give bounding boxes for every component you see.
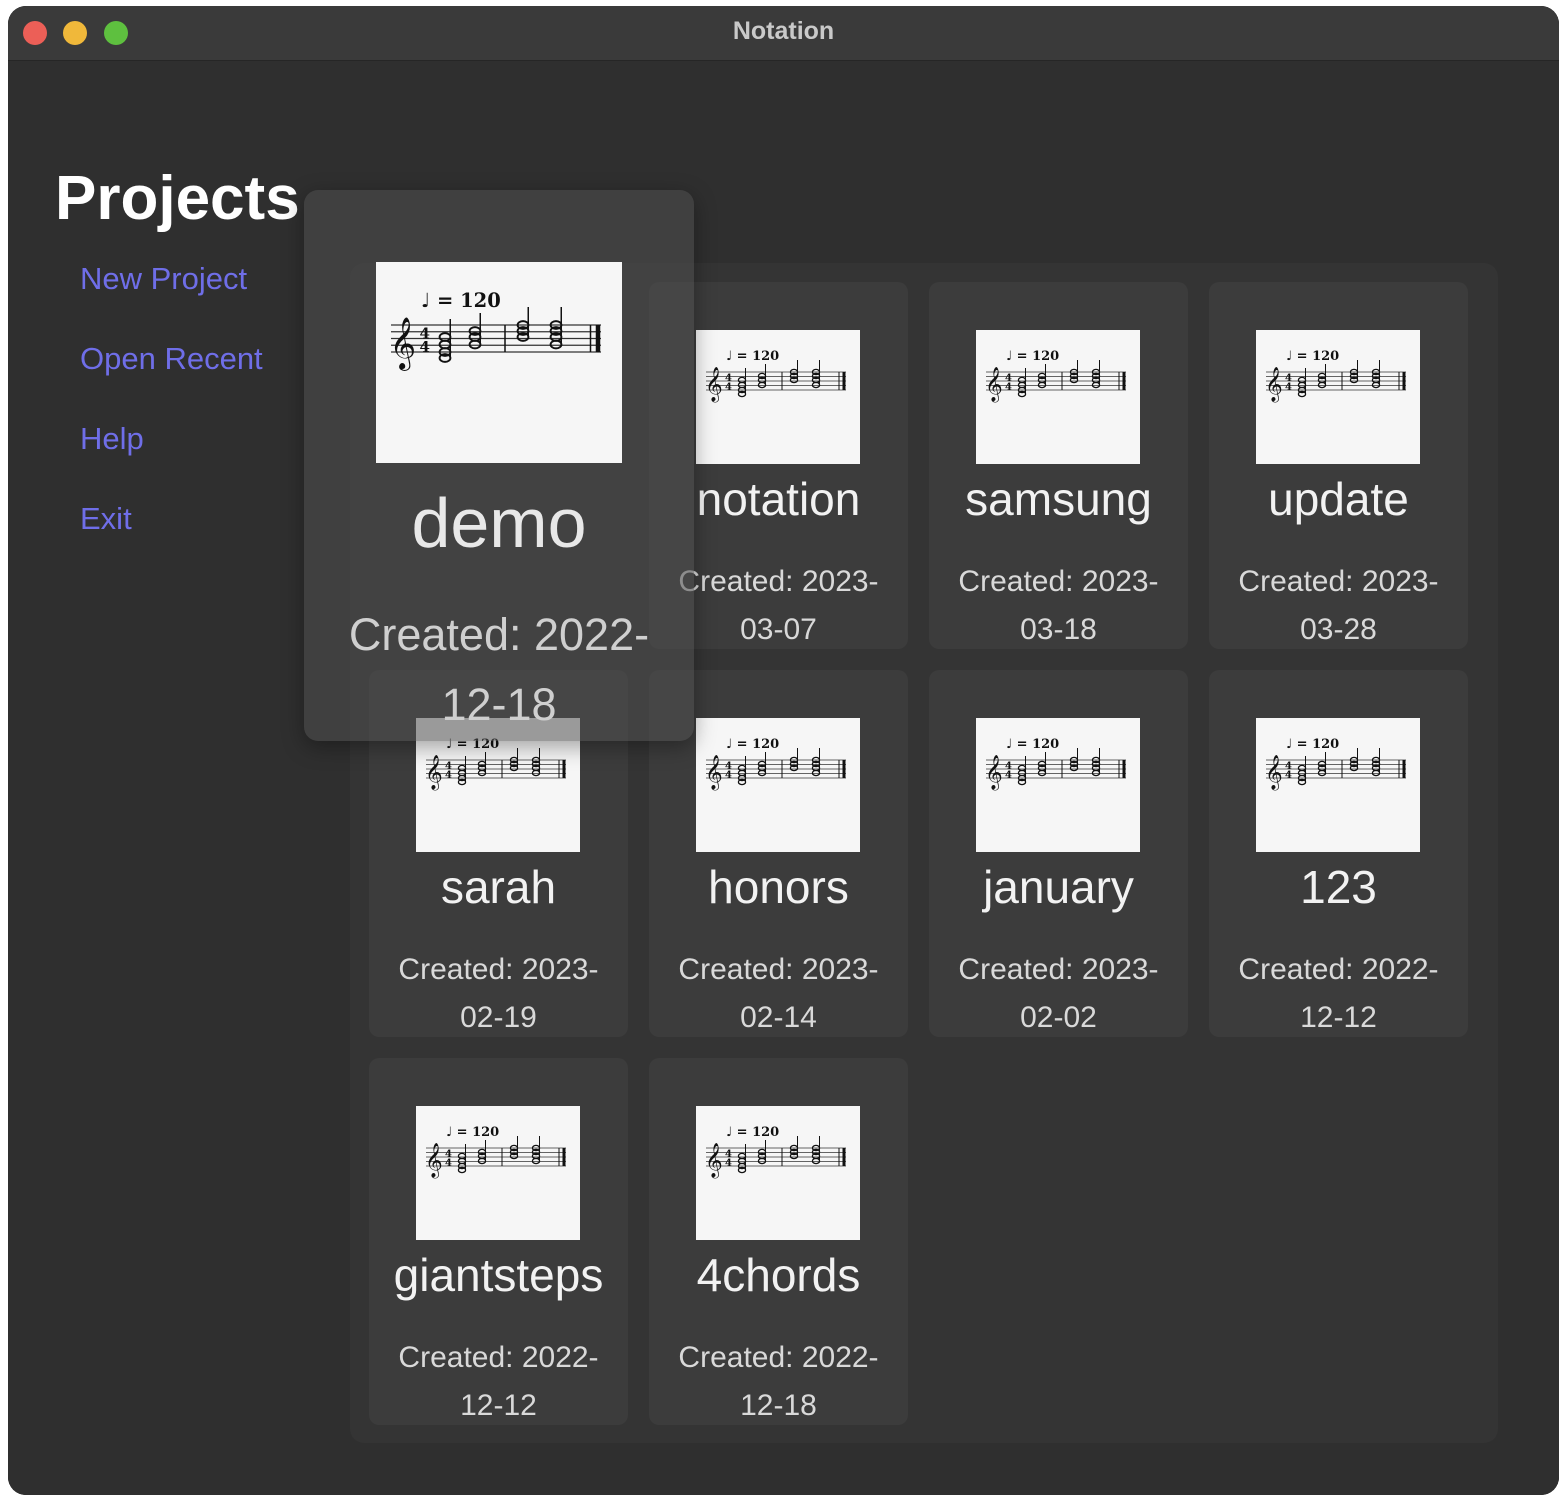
main-content: Projects New Project Open Recent Help Ex… xyxy=(8,61,1559,1495)
score-thumbnail: ♩ = 120 𝄞 4 4 xyxy=(376,262,622,463)
project-created-date: Created: 2022- 12-18 xyxy=(678,1341,879,1422)
score-graphic: ♩ = 120𝄞 44 xyxy=(390,289,601,371)
score-thumbnail: ♩ = 120 𝄞 4 4 xyxy=(416,1106,580,1240)
project-name: sarah xyxy=(440,861,557,913)
tempo-marking: ♩ = 120 xyxy=(446,1125,499,1140)
svg-text:4: 4 xyxy=(725,1158,732,1169)
svg-text:𝄞: 𝄞 xyxy=(1265,367,1283,403)
project-created-date: Created: 2023- 03-28 xyxy=(1238,565,1439,646)
tempo-marking: ♩ = 120 xyxy=(726,737,779,752)
svg-text:4: 4 xyxy=(725,382,732,393)
svg-text:𝄞: 𝄞 xyxy=(985,755,1003,791)
title-bar[interactable]: Notation xyxy=(8,6,1559,61)
project-name: giantsteps xyxy=(393,1249,604,1301)
score-graphic: ♩ = 120𝄞 44 xyxy=(985,737,1126,791)
project-card-giantsteps[interactable]: ♩ = 120 𝄞 4 4 giantsteps Created: 2022- 12-1… xyxy=(369,1058,628,1425)
score-thumbnail: ♩ = 120 𝄞 4 4 xyxy=(696,1106,860,1240)
project-created-date: Created: 2023- 03-07 xyxy=(678,565,879,646)
project-created-date: Created: 2022- 12-12 xyxy=(1238,953,1439,1034)
svg-text:4: 4 xyxy=(445,1158,452,1169)
score-graphic: ♩ = 120𝄞 44 xyxy=(1265,737,1406,791)
project-created-date: Created: 2022- 12-18 xyxy=(348,609,650,730)
project-card-samsung[interactable]: ♩ = 120 𝄞 4 4 samsung Created: 2023- 03-18 xyxy=(929,282,1188,649)
project-name: january xyxy=(983,861,1134,913)
project-name: samsung xyxy=(965,473,1152,525)
tempo-marking: ♩ = 120 xyxy=(421,289,501,312)
score-graphic: ♩ = 120𝄞 44 xyxy=(425,1125,566,1179)
score-thumbnail: ♩ = 120 𝄞 4 4 xyxy=(696,718,860,852)
svg-text:𝄞: 𝄞 xyxy=(985,367,1003,403)
score-thumbnail: ♩ = 120 𝄞 4 4 xyxy=(1256,718,1420,852)
project-created-date: Created: 2022- 12-12 xyxy=(398,1341,599,1422)
svg-text:4: 4 xyxy=(1285,770,1292,781)
score-thumbnail: ♩ = 120 𝄞 4 4 xyxy=(976,330,1140,464)
svg-text:𝄞: 𝄞 xyxy=(425,755,443,791)
tempo-marking: ♩ = 120 xyxy=(1286,737,1339,752)
exit-link[interactable]: Exit xyxy=(80,501,132,537)
svg-text:4: 4 xyxy=(445,770,452,781)
project-card-update[interactable]: ♩ = 120 𝄞 4 4 update Created: 2023- 03-28 xyxy=(1209,282,1468,649)
score-graphic: ♩ = 120𝄞 44 xyxy=(705,737,846,791)
tempo-marking: ♩ = 120 xyxy=(1006,737,1059,752)
score-thumbnail: ♩ = 120 𝄞 4 4 xyxy=(976,718,1140,852)
svg-text:4: 4 xyxy=(1005,770,1012,781)
svg-text:𝄞: 𝄞 xyxy=(705,1143,723,1179)
svg-text:𝄞: 𝄞 xyxy=(425,1143,443,1179)
project-card-4chords[interactable]: ♩ = 120 𝄞 4 4 4chords Created: 2022- 12-18 xyxy=(649,1058,908,1425)
svg-text:4: 4 xyxy=(725,770,732,781)
open-recent-link[interactable]: Open Recent xyxy=(80,341,263,377)
window-title: Notation xyxy=(732,17,835,45)
project-created-date: Created: 2023- 02-02 xyxy=(958,953,1159,1034)
tempo-marking: ♩ = 120 xyxy=(726,349,779,364)
tempo-marking: ♩ = 120 xyxy=(726,1125,779,1140)
project-card-demo[interactable]: ♩ = 120 𝄞 4 4 demo Created: 2022- 12-18 xyxy=(304,190,694,741)
project-name: 4chords xyxy=(696,1249,861,1301)
score-thumbnail: ♩ = 120 𝄞 4 4 xyxy=(696,330,860,464)
project-name: update xyxy=(1268,473,1409,525)
tempo-marking: ♩ = 120 xyxy=(1286,349,1339,364)
score-graphic: ♩ = 120𝄞 44 xyxy=(985,349,1126,403)
svg-text:𝄞: 𝄞 xyxy=(1265,755,1283,791)
svg-text:4: 4 xyxy=(420,338,430,356)
project-card-january[interactable]: ♩ = 120 𝄞 4 4 january Created: 2023- 02-02 xyxy=(929,670,1188,1037)
project-created-date: Created: 2023- 03-18 xyxy=(958,565,1159,646)
project-created-date: Created: 2023- 02-14 xyxy=(678,953,879,1034)
project-name: demo xyxy=(411,484,587,562)
svg-text:𝄞: 𝄞 xyxy=(390,316,417,371)
page-title: Projects xyxy=(55,164,300,233)
score-graphic: ♩ = 120𝄞 44 xyxy=(705,349,846,403)
app-window: Notation Projects New Project Open Recen… xyxy=(8,6,1559,1495)
svg-text:4: 4 xyxy=(1005,382,1012,393)
project-name: 123 xyxy=(1300,861,1377,913)
svg-text:𝄞: 𝄞 xyxy=(705,367,723,403)
score-graphic: ♩ = 120𝄞 44 xyxy=(705,1125,846,1179)
tempo-marking: ♩ = 120 xyxy=(1006,349,1059,364)
svg-text:4: 4 xyxy=(1285,382,1292,393)
score-thumbnail: ♩ = 120 𝄞 4 4 xyxy=(1256,330,1420,464)
project-name: honors xyxy=(708,861,849,913)
project-created-date: Created: 2023- 02-19 xyxy=(398,953,599,1034)
new-project-link[interactable]: New Project xyxy=(80,261,247,297)
help-link[interactable]: Help xyxy=(80,421,144,457)
svg-text:𝄞: 𝄞 xyxy=(705,755,723,791)
score-graphic: ♩ = 120𝄞 44 xyxy=(1265,349,1406,403)
project-card-123[interactable]: ♩ = 120 𝄞 4 4 123 Created: 2022- 12-12 xyxy=(1209,670,1468,1037)
